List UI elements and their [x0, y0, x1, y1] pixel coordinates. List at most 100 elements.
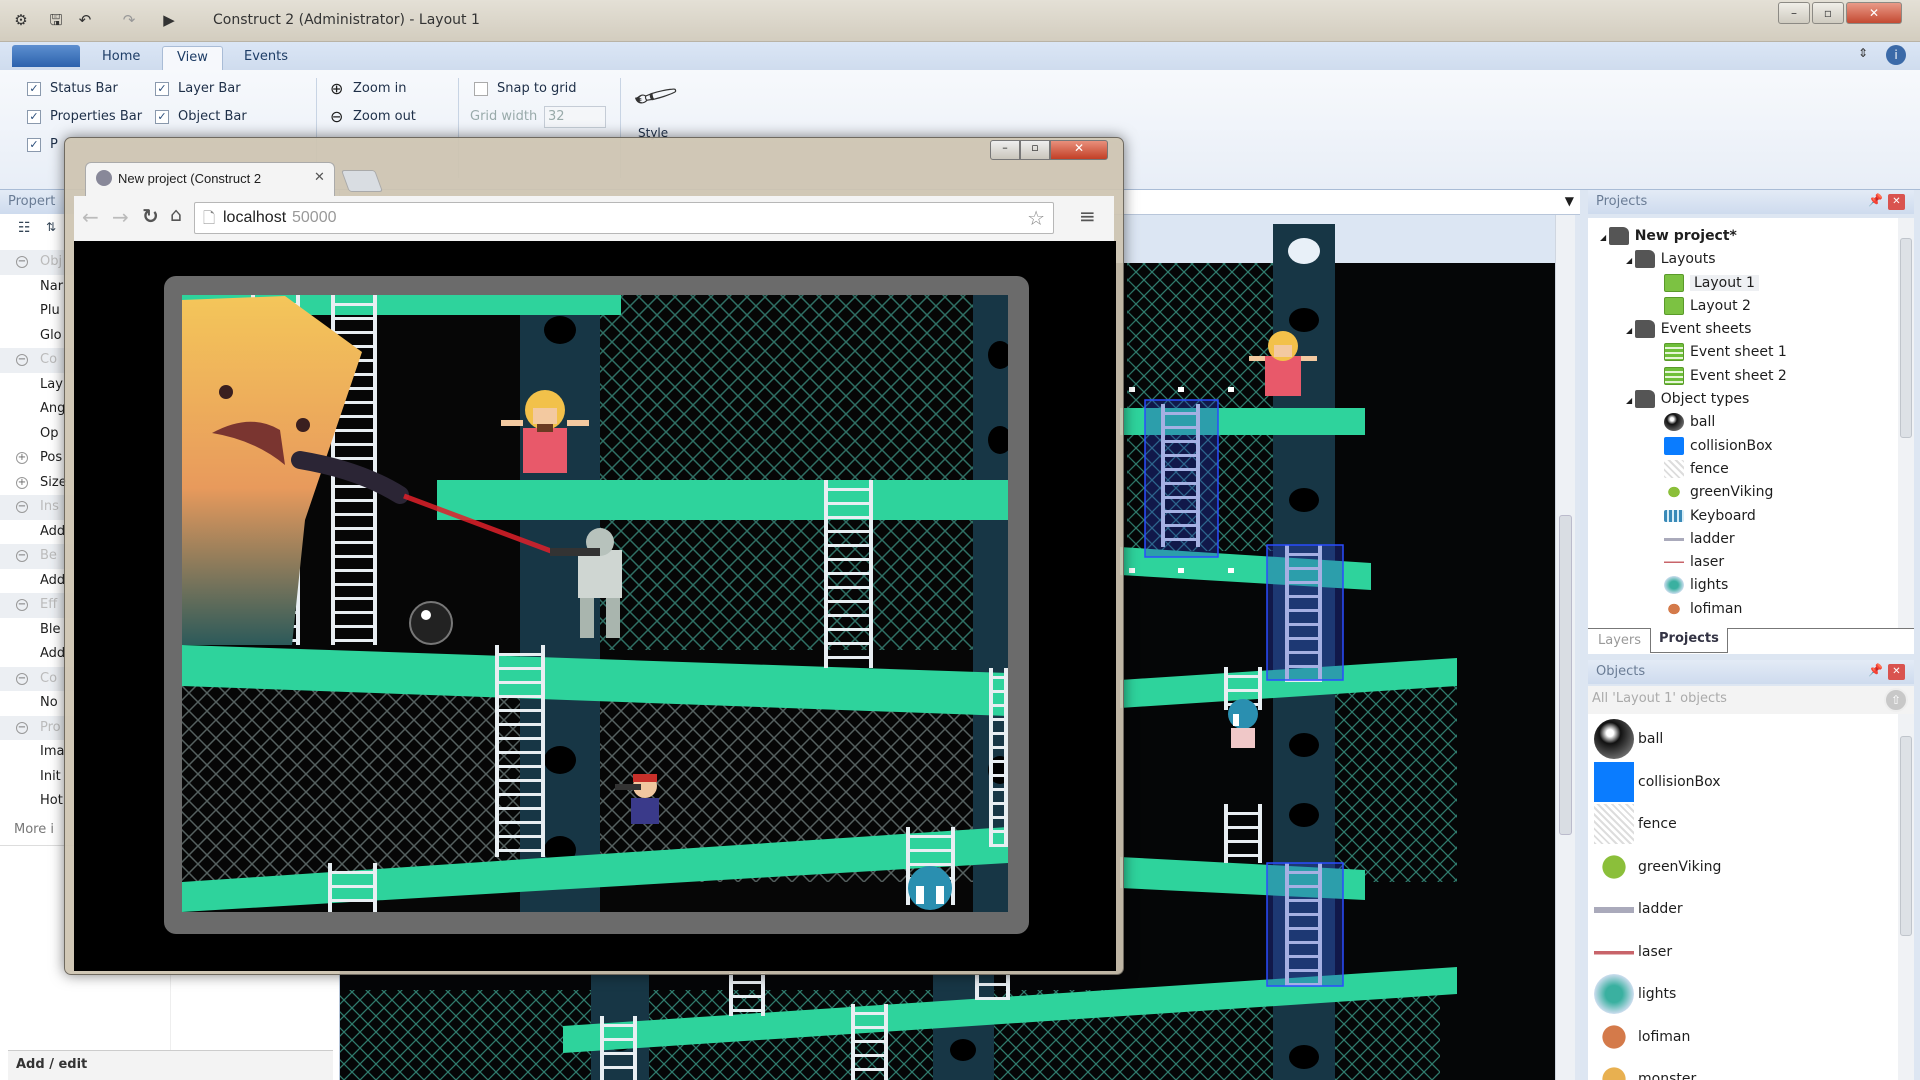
project-tree: ◢ New project* ◢ Layouts Layout 1 Layout 2 ◢… — [1588, 218, 1898, 628]
expand-arrow-icon[interactable]: ◢ — [1626, 396, 1635, 405]
sort-az-icon[interactable]: ⇅ — [46, 220, 56, 234]
redo-icon[interactable]: ↷ — [120, 11, 138, 29]
collapse-icon[interactable]: − — [16, 672, 28, 685]
tree-item[interactable]: ◢ Event sheets — [1588, 318, 1898, 341]
browser-tab[interactable]: New project (Construct 2 ✕ — [85, 162, 335, 196]
object-item[interactable]: fence — [1594, 803, 1898, 846]
info-icon[interactable]: i — [1886, 45, 1906, 65]
project-bar-checkbox[interactable]: ✓ — [27, 138, 41, 152]
editor-vertical-scrollbar[interactable] — [1555, 215, 1575, 1080]
object-item[interactable]: lights — [1594, 973, 1898, 1016]
tree-item[interactable]: Event sheet 1 — [1588, 341, 1898, 364]
expand-arrow-icon[interactable]: ◢ — [1626, 326, 1635, 335]
save-icon[interactable]: 🖫 — [47, 11, 65, 29]
object-item[interactable]: lofiman — [1594, 1016, 1898, 1059]
layer-bar-checkbox[interactable]: ✓ — [155, 82, 169, 96]
pin-icon[interactable]: 📌 — [1868, 663, 1883, 677]
tree-item[interactable]: Layout 2 — [1588, 295, 1898, 318]
expand-arrow-icon[interactable]: ◢ — [1626, 256, 1635, 265]
collapse-icon[interactable]: − — [16, 256, 28, 268]
tree-item[interactable]: ◢ New project* — [1588, 225, 1898, 248]
tree-item[interactable]: lights — [1588, 574, 1898, 597]
tree-item[interactable]: ◢ Layouts — [1588, 248, 1898, 271]
style-brush-icon[interactable]: 🖌 — [630, 71, 680, 120]
address-bar[interactable]: 🗋 localhost 50000 ☆ — [194, 202, 1054, 234]
undo-icon[interactable]: ↶ — [76, 11, 94, 29]
objects-scrollbar[interactable] — [1898, 714, 1914, 1080]
reload-icon[interactable]: ↻ — [142, 204, 159, 228]
collapse-icon[interactable]: − — [16, 599, 28, 611]
project-tree-scrollbar[interactable] — [1898, 218, 1914, 628]
tree-item[interactable]: Event sheet 2 — [1588, 365, 1898, 388]
tab-events[interactable]: Events — [230, 46, 302, 70]
tree-item[interactable]: laser — [1588, 551, 1898, 574]
minimize-button[interactable]: – — [1778, 2, 1810, 24]
close-button[interactable]: ✕ — [1846, 2, 1902, 24]
more-info-link[interactable]: More i — [14, 822, 54, 837]
zoom-out-button[interactable]: Zoom out — [353, 109, 416, 124]
properties-bar-checkbox[interactable]: ✓ — [27, 110, 41, 124]
close-panel-icon[interactable]: ✕ — [1888, 664, 1905, 680]
tab-view[interactable]: View — [162, 46, 223, 70]
tab-close-icon[interactable]: ✕ — [314, 170, 325, 185]
object-item[interactable]: collisionBox — [1594, 761, 1898, 804]
back-icon[interactable]: ← — [82, 205, 99, 229]
property-label: Ima — [40, 744, 65, 759]
grid-width-input[interactable]: 32 — [544, 106, 606, 128]
app-gear-icon[interactable]: ⚙ — [12, 11, 30, 29]
status-bar-checkbox[interactable]: ✓ — [27, 82, 41, 96]
game-canvas[interactable] — [182, 295, 1008, 912]
tree-item[interactable]: Keyboard — [1588, 505, 1898, 528]
tab-list-dropdown-icon[interactable]: ▼ — [1565, 194, 1574, 208]
run-icon[interactable]: ▶ — [160, 11, 178, 29]
snap-to-grid-checkbox[interactable] — [474, 82, 488, 96]
collision-box-selected — [1144, 399, 1219, 558]
tree-item[interactable]: fence — [1588, 458, 1898, 481]
tree-item[interactable]: lofiman — [1588, 598, 1898, 621]
close-panel-icon[interactable]: ✕ — [1888, 194, 1905, 210]
grid-width-label: Grid width — [470, 109, 538, 124]
tab-home[interactable]: Home — [88, 46, 154, 70]
tree-item[interactable]: ladder — [1588, 528, 1898, 551]
object-bar-checkbox[interactable]: ✓ — [155, 110, 169, 124]
object-item[interactable]: greenViking — [1594, 846, 1898, 889]
collapse-icon[interactable]: − — [16, 501, 28, 513]
tree-item[interactable]: Layout 1 — [1588, 272, 1898, 295]
tab-layers[interactable]: Layers — [1598, 633, 1641, 648]
tree-item[interactable]: greenViking — [1588, 481, 1898, 504]
browser-close-button[interactable]: ✕ — [1050, 140, 1108, 160]
object-item[interactable]: ladder — [1594, 888, 1898, 931]
tree-item[interactable]: collisionBox — [1588, 435, 1898, 458]
expand-icon[interactable]: + — [16, 452, 28, 464]
expand-arrow-icon[interactable]: ◢ — [1600, 233, 1609, 242]
ribbon-collapse-icon[interactable]: ⇕ — [1858, 46, 1868, 60]
new-tab-button[interactable] — [340, 170, 384, 192]
collapse-icon[interactable]: − — [16, 721, 28, 734]
pin-icon[interactable]: 📌 — [1868, 193, 1883, 207]
browser-minimize-button[interactable]: – — [990, 140, 1020, 160]
collapse-icon[interactable]: − — [16, 550, 28, 562]
scrollbar-thumb[interactable] — [1559, 515, 1572, 835]
zoom-in-button[interactable]: Zoom in — [353, 81, 406, 96]
menu-icon[interactable]: ≡ — [1079, 204, 1096, 228]
up-folder-button[interactable]: ⇧ — [1884, 688, 1908, 712]
bookmark-star-icon[interactable]: ☆ — [1027, 206, 1045, 230]
home-icon[interactable]: ⌂ — [170, 204, 182, 226]
forward-icon[interactable]: → — [112, 205, 129, 229]
tab-projects[interactable]: Projects — [1650, 628, 1728, 653]
collapse-icon[interactable]: − — [16, 354, 28, 366]
tree-item[interactable]: ◢ Object types — [1588, 388, 1898, 411]
maximize-button[interactable]: ▫ — [1812, 2, 1844, 24]
categorized-icon[interactable]: ☷ — [18, 220, 31, 236]
object-item[interactable]: ball — [1594, 718, 1898, 761]
object-item[interactable]: laser — [1594, 931, 1898, 974]
tree-item[interactable]: ball — [1588, 411, 1898, 434]
object-item[interactable]: monster — [1594, 1058, 1898, 1080]
tree-item-label: collisionBox — [1690, 437, 1773, 454]
expand-icon[interactable]: + — [16, 476, 28, 489]
zoom-in-icon[interactable]: ⊕ — [330, 79, 343, 98]
browser-maximize-button[interactable]: ▫ — [1020, 140, 1050, 160]
zoom-out-icon[interactable]: ⊖ — [330, 107, 343, 126]
application-menu-button[interactable] — [12, 45, 80, 67]
objects-filter-bar[interactable]: All 'Layout 1' objects — [1588, 686, 1914, 714]
